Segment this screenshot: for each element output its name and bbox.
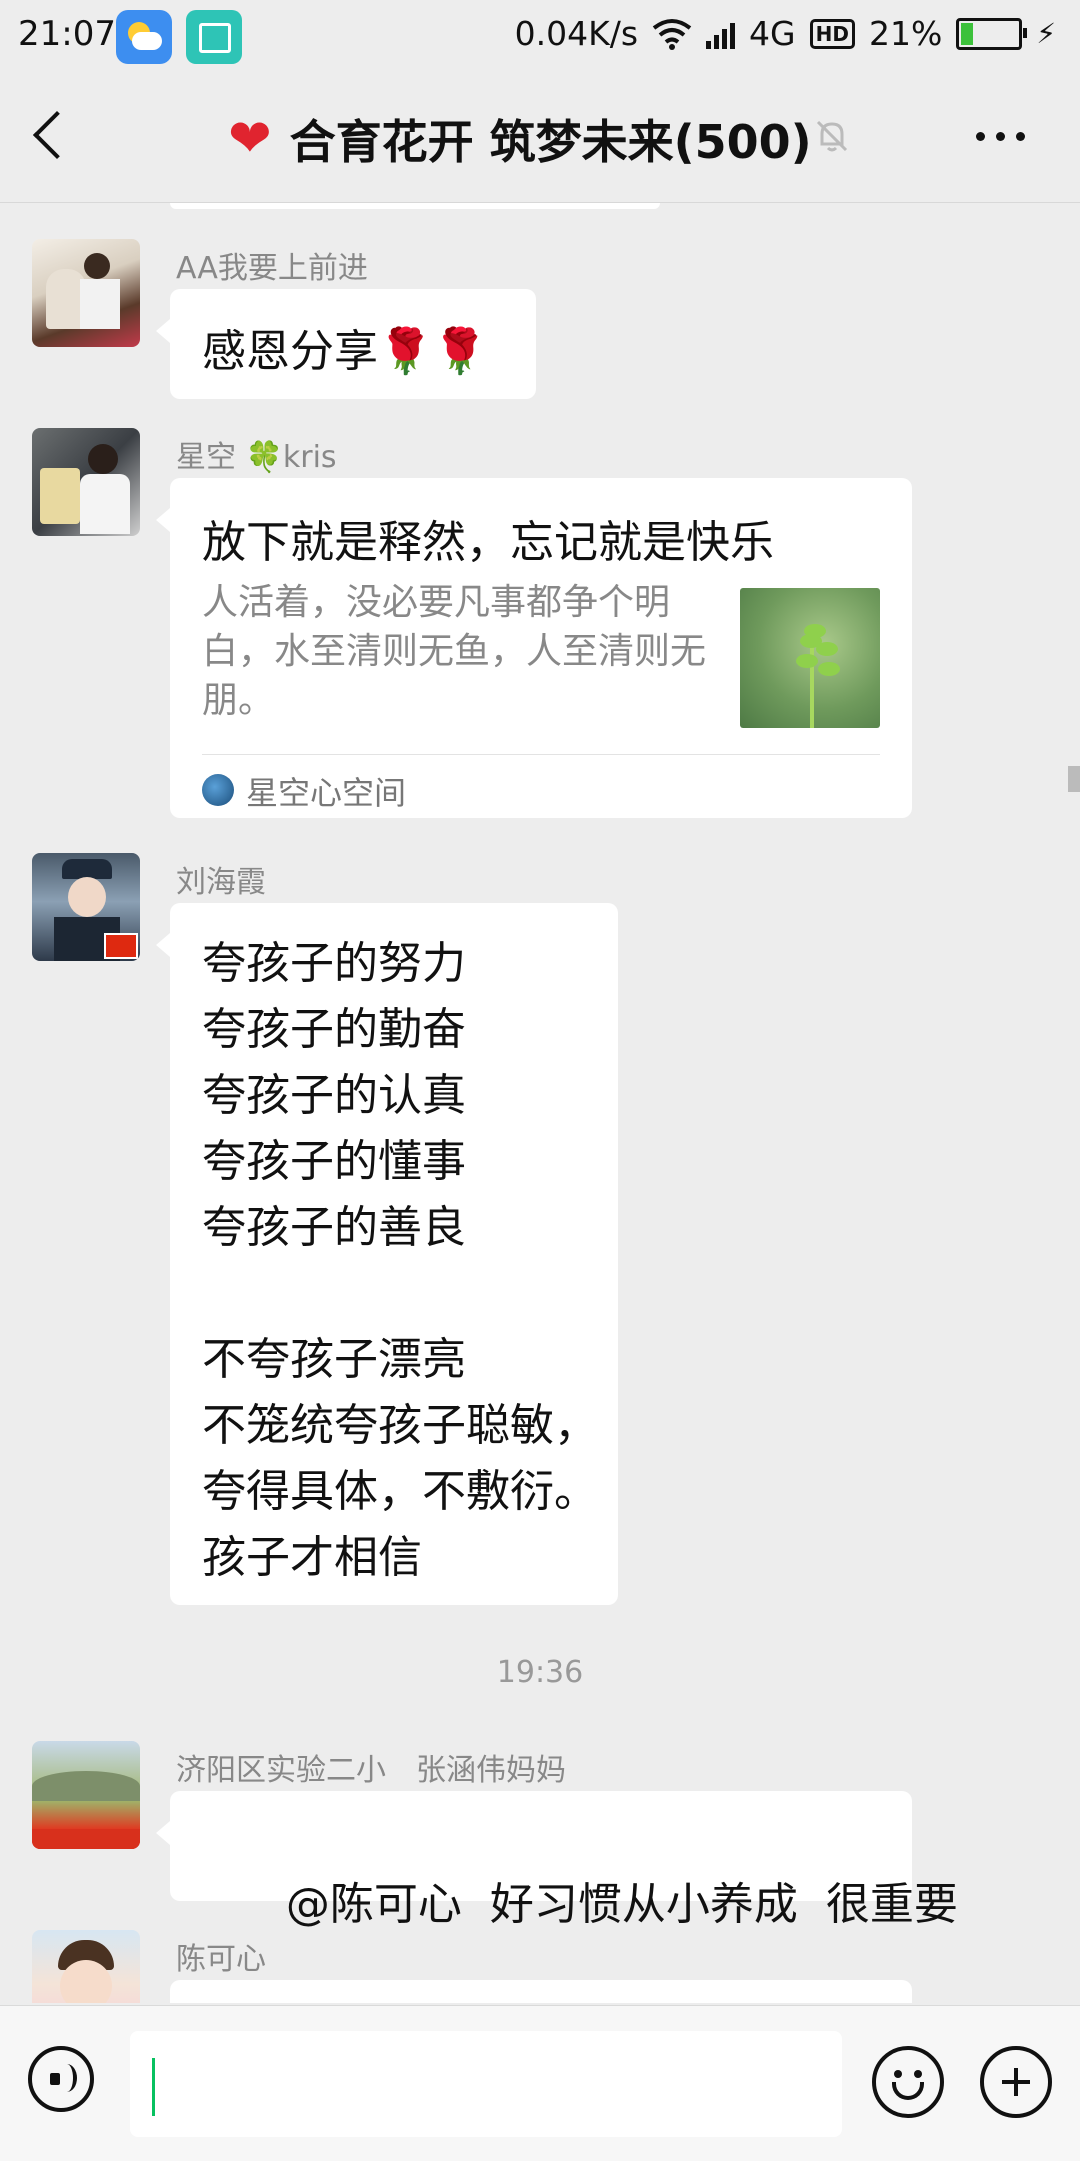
signal-icon xyxy=(706,19,736,49)
emoji-icon[interactable] xyxy=(872,2046,944,2118)
message-bubble[interactable]: 夸孩子的努力 夸孩子的勤奋 夸孩子的认真 夸孩子的懂事 夸孩子的善良 不夸孩子漂… xyxy=(156,903,618,1605)
message-bubble[interactable]: 感恩分享🌹🌹 xyxy=(156,289,536,399)
sender-name: AA我要上前进 xyxy=(176,251,368,286)
avatar[interactable] xyxy=(32,1930,140,2003)
previous-bubble-edge xyxy=(170,203,660,209)
status-bar: 21:07 0.04K/s 4G HD 21% ⚡ xyxy=(0,0,1080,72)
wifi-icon xyxy=(652,18,692,50)
battery-percent: 21% xyxy=(868,14,943,53)
sender-name: 陈可心 xyxy=(176,1942,266,1977)
battery-icon xyxy=(956,17,1028,50)
message-bubble[interactable]: @陈可心 好习惯从小养成 很重要 xyxy=(156,1791,958,1930)
message-bubble[interactable] xyxy=(170,1980,912,2003)
more-actions-plus-icon[interactable] xyxy=(980,2046,1052,2118)
avatar[interactable] xyxy=(32,428,140,536)
sender-name: 济阳区实验二小 张涵伟妈妈 xyxy=(176,1753,566,1788)
message-list[interactable]: AA我要上前进 感恩分享🌹🌹 星空 🍀kris 放下就是释然，忘记就是快乐 人活… xyxy=(0,203,1080,2003)
link-card-divider xyxy=(202,754,880,755)
chat-title: 合育花开 筑梦未来(500) xyxy=(289,115,812,169)
avatar[interactable] xyxy=(32,1741,140,1849)
chat-header: ❤ 合育花开 筑梦未来(500) xyxy=(0,72,1080,203)
link-card[interactable]: 放下就是释然，忘记就是快乐 人活着，没必要凡事都争个明白，水至清则无鱼，人至清则… xyxy=(156,478,912,818)
avatar[interactable] xyxy=(32,853,140,961)
charging-icon: ⚡ xyxy=(1036,17,1056,50)
link-card-description: 人活着，没必要凡事都争个明白，水至清则无鱼，人至清则无朋。 xyxy=(202,582,707,721)
status-time: 21:07 xyxy=(18,14,116,54)
mute-bell-icon xyxy=(816,120,848,152)
more-options-icon[interactable] xyxy=(976,132,1025,141)
status-indicators: 0.04K/s 4G HD 21% ⚡ xyxy=(515,14,1056,53)
input-bar xyxy=(0,2005,1080,2161)
chat-title-group: ❤ 合育花开 筑梦未来(500) xyxy=(228,106,812,172)
scrollbar[interactable] xyxy=(1068,766,1080,792)
timestamp-label: 19:36 xyxy=(496,1655,584,1690)
message-input[interactable] xyxy=(130,2031,842,2137)
voice-input-icon[interactable] xyxy=(28,2046,94,2112)
link-card-title: 放下就是释然，忘记就是快乐 xyxy=(202,517,774,568)
network-type: 4G xyxy=(749,14,796,53)
weather-app-icon xyxy=(116,10,172,64)
screenshot-scan-icon xyxy=(186,10,242,64)
china-flag-icon xyxy=(104,933,138,959)
avatar[interactable] xyxy=(32,239,140,347)
back-icon[interactable] xyxy=(32,110,82,160)
sender-name: 星空 🍀kris xyxy=(176,440,337,475)
source-account-icon xyxy=(202,774,234,806)
message-text: @陈可心 好习惯从小养成 很重要 xyxy=(285,1879,958,1930)
link-card-thumbnail xyxy=(740,588,880,728)
link-card-source: 星空心空间 xyxy=(246,774,407,812)
heart-icon: ❤ xyxy=(228,109,272,169)
message-text: 感恩分享🌹🌹 xyxy=(202,326,488,377)
sender-name: 刘海霞 xyxy=(176,865,266,900)
network-speed: 0.04K/s xyxy=(514,14,639,53)
text-caret xyxy=(152,2058,155,2116)
hd-icon: HD xyxy=(809,18,855,49)
